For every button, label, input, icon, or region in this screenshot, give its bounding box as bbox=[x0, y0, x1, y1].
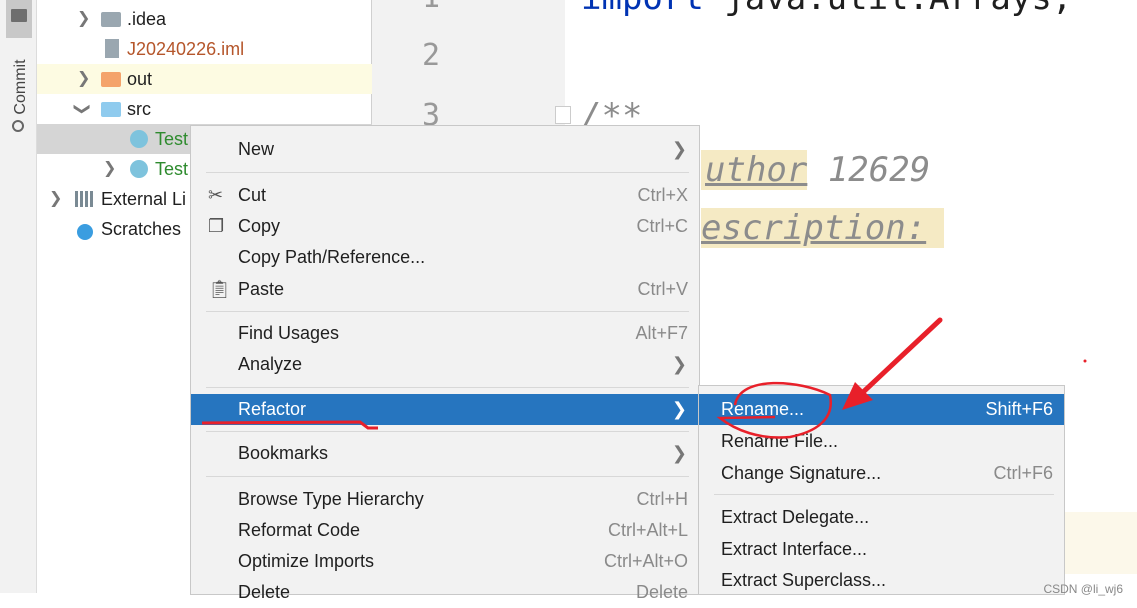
annotation-overlay bbox=[201, 317, 1087, 439]
annotation-arrow bbox=[857, 317, 943, 398]
annotation-underline bbox=[201, 420, 378, 430]
watermark: CSDN @li_wj6 bbox=[1043, 582, 1123, 596]
annotation-circle bbox=[716, 381, 833, 439]
